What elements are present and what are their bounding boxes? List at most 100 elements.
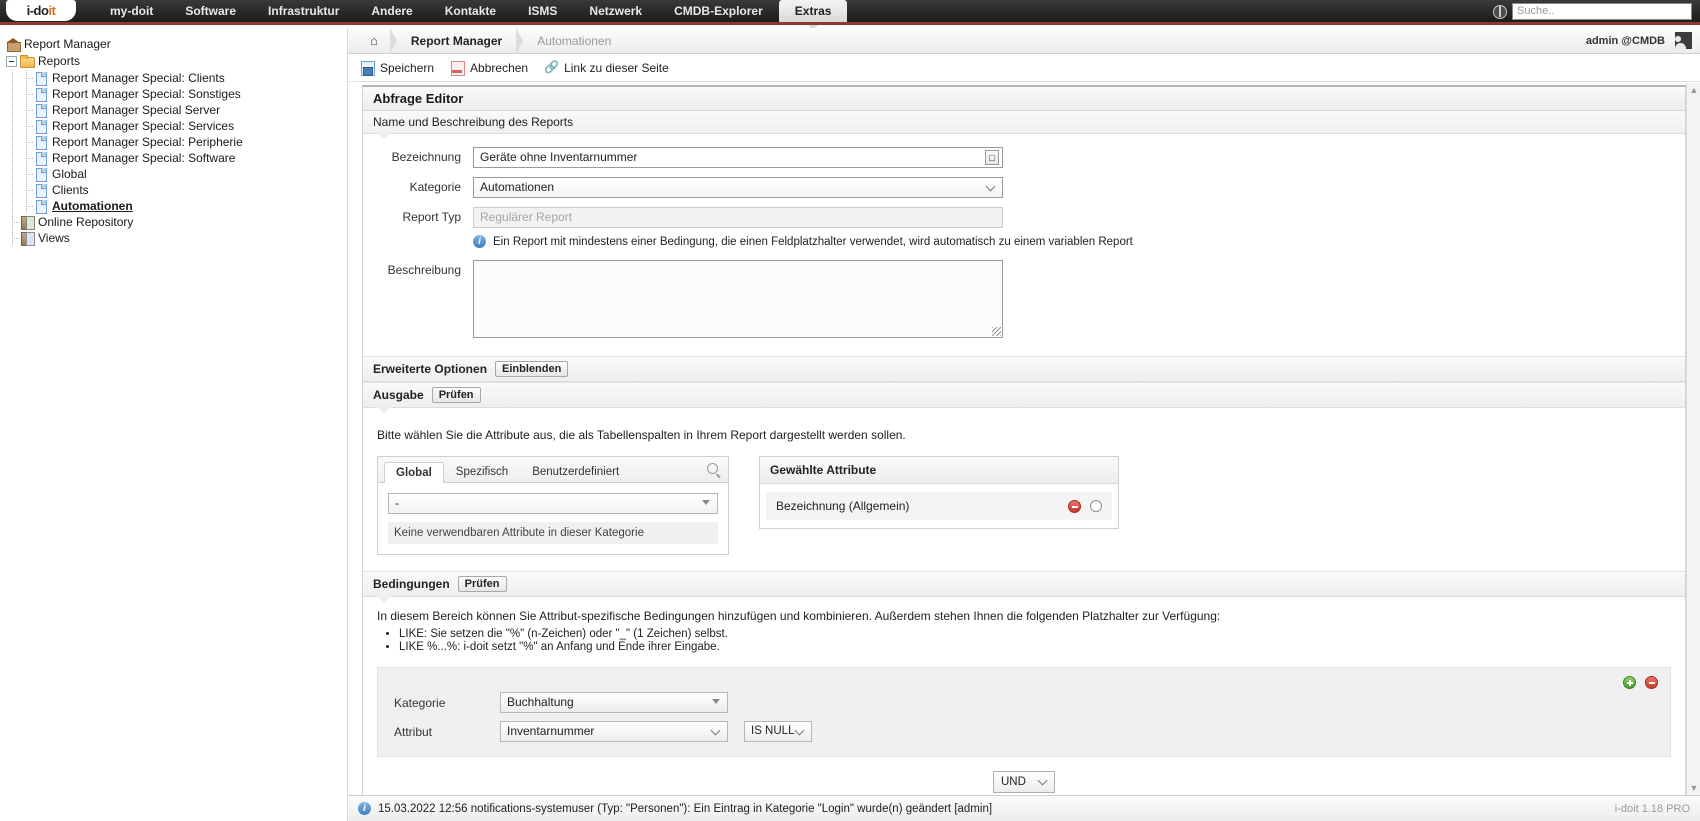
kategorie-select[interactable]: Automationen (473, 177, 1003, 198)
condition-row-attribut: Attribut Inventarnummer IS NULL (390, 721, 1658, 742)
nav-item-software[interactable]: Software (169, 0, 252, 22)
nav-item-my-doit[interactable]: my-doit (94, 0, 169, 22)
home-icon (6, 37, 21, 52)
save-button[interactable]: Speichern (360, 60, 435, 76)
document-icon (34, 199, 48, 214)
bedingungen-pruefen-button[interactable]: Prüfen (457, 576, 507, 592)
logic-operator-select[interactable]: UND (993, 771, 1055, 793)
search-input[interactable]: Suche.. (1512, 3, 1692, 20)
nav-item-isms[interactable]: ISMS (512, 0, 573, 22)
views-icon (20, 231, 35, 246)
document-icon (34, 103, 48, 118)
document-icon (34, 119, 48, 134)
sidebar-item-label: Report Manager Special: Software (52, 151, 236, 165)
bedingungen-label: Bedingungen (373, 577, 450, 591)
breadcrumb-separator (516, 27, 524, 54)
ausgabe-hint: Bitte wählen Sie die Attribute aus, die … (377, 428, 906, 442)
search-wrapper: Suche.. (1493, 3, 1692, 20)
radio-circle-icon[interactable] (1090, 500, 1102, 512)
sidebar-item-automationen[interactable]: Automationen (6, 198, 347, 214)
tree-expander-reports[interactable] (6, 55, 17, 67)
content-scrollbar[interactable]: ▲ ▼ (1686, 83, 1700, 795)
user-avatar-icon[interactable] (1675, 32, 1692, 49)
nav-item-extras[interactable]: Extras (778, 0, 848, 31)
document-icon (34, 71, 48, 86)
tree-guide (6, 198, 20, 214)
save-button-label: Speichern (380, 60, 435, 75)
magnifier-icon[interactable] (707, 463, 718, 474)
logic-operator-wrapper: UND (363, 771, 1685, 793)
nav-item-kontakte[interactable]: Kontakte (429, 0, 512, 22)
breadcrumb-home[interactable]: ⌂ (358, 28, 390, 54)
field-row-kategorie: Kategorie Automationen (363, 177, 1685, 198)
condition-kategorie-select[interactable]: Buchhaltung (500, 692, 728, 713)
sidebar-item-report-services[interactable]: Report Manager Special: Services (6, 118, 347, 134)
page-title: Abfrage Editor (363, 87, 1685, 111)
tree-guide (20, 198, 34, 214)
sidebar-item-views[interactable]: Views (6, 230, 347, 246)
tree-guide (6, 214, 20, 230)
nav-item-infrastruktur[interactable]: Infrastruktur (252, 0, 355, 22)
bezeichnung-label: Bezeichnung (391, 150, 461, 164)
repository-icon (20, 215, 35, 230)
add-circle-icon[interactable] (1623, 676, 1636, 689)
tree-folder-reports[interactable]: Reports (6, 53, 347, 69)
idoit-logo[interactable]: i-do it (6, 0, 76, 21)
tree-root-report-manager[interactable]: Report Manager (6, 36, 347, 52)
condition-operator-select[interactable]: IS NULL (744, 721, 812, 742)
remove-circle-icon[interactable] (1068, 499, 1081, 513)
sidebar-item-report-server[interactable]: Report Manager Special Server (6, 102, 347, 118)
sidebar-item-clients[interactable]: Clients (6, 182, 347, 198)
user-label: admin @CMDB (1585, 34, 1665, 47)
bedingungen-bar: Bedingungen Prüfen (363, 571, 1685, 603)
chevron-down-icon (712, 728, 720, 736)
sidebar-item-global[interactable]: Global (6, 166, 347, 182)
user-info[interactable]: admin @CMDB (1586, 32, 1700, 49)
breadcrumb-automationen[interactable]: Automationen (523, 28, 625, 54)
tree-guide (6, 150, 20, 166)
sidebar-item-report-sonstiges[interactable]: Report Manager Special: Sonstiges (6, 86, 347, 102)
page-link-label: Link zu dieser Seite (564, 60, 669, 75)
condition-actions (1623, 676, 1658, 689)
scroll-down-arrow[interactable]: ▼ (1689, 783, 1699, 793)
chosen-attributes-header: Gewählte Attribute (760, 457, 1118, 484)
ausgabe-pruefen-button[interactable]: Prüfen (431, 387, 481, 403)
bezeichnung-placeholder-button[interactable]: ▢ (985, 150, 999, 165)
info-row: i Ein Report mit mindestens einer Beding… (363, 228, 1685, 248)
sidebar-item-online-repository[interactable]: Online Repository (6, 214, 347, 230)
sidebar-item-report-clients[interactable]: Report Manager Special: Clients (6, 70, 347, 86)
sidebar-item-label: Report Manager Special: Sonstiges (52, 87, 241, 101)
remove-circle-icon[interactable] (1645, 676, 1658, 689)
bezeichnung-input[interactable]: Geräte ohne Inventarnummer ▢ (473, 147, 1003, 168)
page-link-button[interactable]: 🔗 Link zu dieser Seite (544, 60, 669, 75)
tree-guide (20, 150, 34, 166)
attribute-tabs: Global Spezifisch Benutzerdefiniert (378, 457, 728, 483)
tab-global[interactable]: Global (384, 462, 444, 483)
tree-guide (6, 182, 20, 198)
nav-item-andere[interactable]: Andere (355, 0, 428, 22)
tab-spezifisch[interactable]: Spezifisch (444, 461, 520, 482)
chevron-down-icon (796, 728, 804, 736)
beschreibung-textarea[interactable] (473, 260, 1003, 338)
condition-attribut-select[interactable]: Inventarnummer (500, 721, 728, 742)
nav-item-netzwerk[interactable]: Netzwerk (573, 0, 658, 22)
tab-benutzerdefiniert[interactable]: Benutzerdefiniert (520, 461, 631, 482)
sidebar-item-report-periphere[interactable]: Report Manager Special: Peripherie (6, 134, 347, 150)
scroll-up-arrow[interactable]: ▲ (1689, 85, 1699, 95)
breadcrumb-report-manager[interactable]: Report Manager (397, 28, 516, 54)
document-icon (34, 183, 48, 198)
attribute-category-select[interactable]: - (388, 493, 718, 514)
tree-guide (20, 86, 34, 102)
breadcrumb-separator (389, 27, 397, 54)
sidebar-item-label-selected: Automationen (52, 199, 133, 213)
einblenden-button[interactable]: Einblenden (495, 361, 569, 377)
chosen-attribute-label: Bezeichnung (Allgemein) (776, 499, 910, 513)
erweiterte-optionen-label: Erweiterte Optionen (373, 362, 488, 376)
logo-text-left: i-do (26, 3, 49, 18)
cancel-button[interactable]: Abbrechen (450, 60, 528, 76)
tree-guide (6, 86, 20, 102)
nav-item-cmdb-explorer[interactable]: CMDB-Explorer (658, 0, 779, 22)
sidebar-item-report-software[interactable]: Report Manager Special: Software (6, 150, 347, 166)
bezeichnung-value: Geräte ohne Inventarnummer (480, 150, 638, 164)
condition-row-kategorie: Kategorie Buchhaltung (390, 692, 1658, 713)
